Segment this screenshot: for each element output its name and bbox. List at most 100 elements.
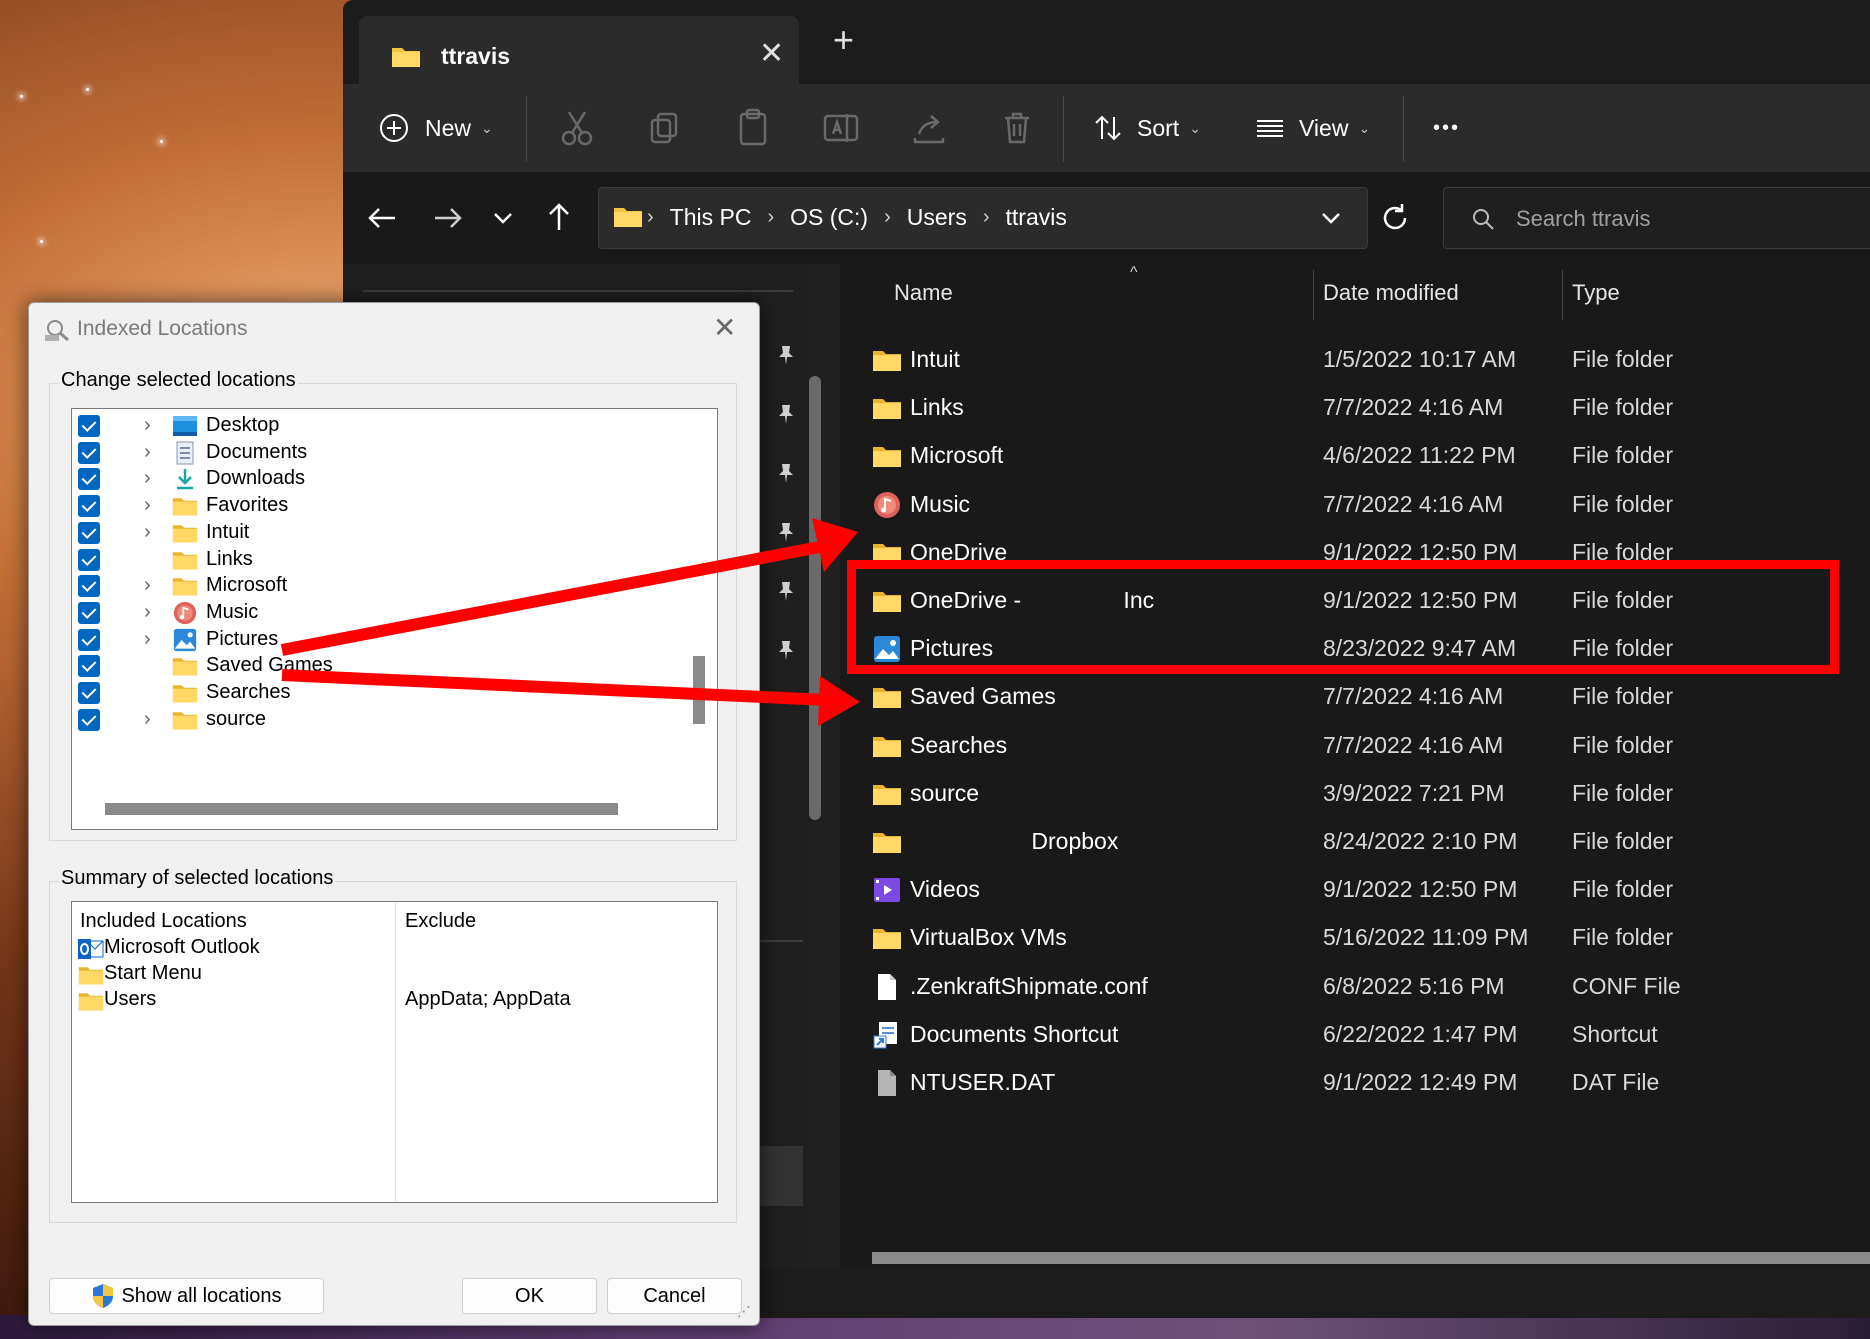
- file-type: File folder: [1572, 876, 1673, 903]
- breadcrumb-ttravis[interactable]: ttravis: [1006, 204, 1067, 231]
- cut-icon[interactable]: [553, 104, 601, 152]
- column-divider[interactable]: [1313, 270, 1314, 320]
- tree-item-label: Intuit: [206, 520, 250, 543]
- location-checkbox[interactable]: [78, 441, 100, 464]
- file-type: CONF File: [1572, 972, 1681, 999]
- tree-item[interactable]: › source: [72, 705, 692, 737]
- tree-item-label: Links: [206, 547, 253, 570]
- file-date-modified: 1/5/2022 10:17 AM: [1323, 346, 1517, 372]
- location-checkbox[interactable]: [78, 682, 100, 704]
- pin-icon[interactable]: [773, 578, 799, 604]
- breadcrumb-this-pc[interactable]: This PC: [670, 204, 752, 231]
- new-button[interactable]: New ⌄: [379, 106, 493, 150]
- navigation-pane-scrollbar[interactable]: [809, 376, 821, 820]
- file-type: File folder: [1572, 924, 1673, 951]
- expand-chevron-icon[interactable]: ›: [144, 494, 151, 517]
- title-bar: ttravis ✕ +: [343, 0, 1870, 84]
- column-divider[interactable]: [1562, 270, 1563, 320]
- resize-grip-icon[interactable]: ⋰: [737, 1303, 751, 1320]
- recent-locations-chevron-icon[interactable]: [481, 196, 525, 240]
- summary-label: Summary of selected locations: [59, 867, 336, 890]
- indexing-options-icon: [45, 320, 69, 342]
- file-name: NTUSER.DAT: [910, 1069, 1056, 1095]
- file-date-modified: 9/1/2022 12:49 PM: [1323, 1069, 1518, 1095]
- expand-chevron-icon[interactable]: ›: [144, 574, 151, 597]
- location-checkbox[interactable]: [78, 708, 100, 731]
- music-icon: [172, 601, 198, 625]
- file-row[interactable]: NTUSER.DAT 9/1/2022 12:49 PM DAT File: [840, 1055, 1870, 1112]
- close-icon[interactable]: ✕: [713, 311, 736, 344]
- paste-icon[interactable]: [729, 104, 777, 152]
- summary-location: Microsoft Outlook: [104, 936, 260, 958]
- expand-chevron-icon[interactable]: ›: [144, 708, 151, 731]
- outlook-icon: [78, 938, 104, 960]
- location-checkbox[interactable]: [78, 548, 100, 571]
- column-header-type[interactable]: Type: [1572, 280, 1620, 306]
- forward-arrow-icon[interactable]: [425, 196, 469, 240]
- view-button[interactable]: View ⌄: [1255, 106, 1370, 150]
- uac-shield-icon: [93, 1284, 114, 1308]
- file-type: File folder: [1572, 683, 1673, 710]
- pin-icon[interactable]: [773, 342, 799, 368]
- file-name: Microsoft: [910, 442, 1004, 469]
- pin-icon[interactable]: [773, 637, 799, 663]
- show-all-locations-button[interactable]: Show all locations: [49, 1278, 324, 1314]
- background-star: [160, 140, 163, 143]
- location-checkbox[interactable]: [78, 468, 100, 491]
- delete-icon[interactable]: [993, 104, 1041, 152]
- breadcrumb-os-c[interactable]: OS (C:): [790, 204, 868, 231]
- column-header-date-modified[interactable]: Date modified: [1323, 280, 1459, 306]
- ok-button[interactable]: OK: [462, 1278, 597, 1314]
- sort-button[interactable]: Sort ⌄: [1093, 106, 1201, 150]
- new-tab-icon[interactable]: +: [833, 22, 854, 58]
- location-checkbox[interactable]: [78, 521, 100, 544]
- up-arrow-icon[interactable]: [537, 196, 581, 240]
- rename-icon[interactable]: [817, 104, 865, 152]
- close-tab-icon[interactable]: ✕: [759, 36, 784, 71]
- folder-icon: [872, 442, 902, 470]
- copy-icon[interactable]: [641, 104, 689, 152]
- search-box[interactable]: Search ttravis: [1443, 187, 1870, 249]
- address-history-chevron-icon[interactable]: [1317, 204, 1345, 232]
- location-checkbox[interactable]: [78, 575, 100, 598]
- folder-icon: [872, 394, 902, 422]
- search-input[interactable]: Search ttravis: [1516, 206, 1651, 232]
- expand-chevron-icon[interactable]: ›: [144, 628, 151, 651]
- locations-tree: › Desktop › Documents › Downloads › Favorites › I…: [71, 408, 718, 830]
- music-icon: [872, 491, 902, 519]
- tree-horizontal-scrollbar[interactable]: [105, 803, 618, 815]
- file-name: Saved Games: [910, 683, 1056, 710]
- column-header-name[interactable]: Name: [894, 280, 953, 306]
- cancel-button[interactable]: Cancel: [607, 1278, 742, 1314]
- location-checkbox[interactable]: [78, 495, 100, 518]
- file-icon: [872, 973, 902, 1001]
- tree-item-label: Saved Games: [206, 654, 333, 677]
- location-checkbox[interactable]: [78, 655, 100, 678]
- expand-chevron-icon[interactable]: ›: [144, 601, 151, 624]
- share-icon[interactable]: [905, 104, 953, 152]
- expand-chevron-icon[interactable]: ›: [144, 467, 151, 490]
- location-checkbox[interactable]: [78, 628, 100, 651]
- address-bar[interactable]: › This PC › OS (C:) › Users › ttravis: [598, 187, 1368, 249]
- pin-icon[interactable]: [773, 460, 799, 486]
- expand-chevron-icon[interactable]: ›: [144, 414, 151, 437]
- folder-icon: [172, 548, 198, 572]
- location-checkbox[interactable]: [78, 601, 100, 624]
- more-options-button[interactable]: •••: [1433, 106, 1460, 150]
- tab-ttravis[interactable]: ttravis ✕: [359, 16, 799, 84]
- pictures-icon: [172, 628, 198, 652]
- refresh-icon[interactable]: [1377, 200, 1413, 236]
- status-bar: [760, 1268, 1870, 1318]
- back-arrow-icon[interactable]: [361, 196, 405, 240]
- pin-icon[interactable]: [773, 519, 799, 545]
- file-date-modified: 5/16/2022 11:09 PM: [1323, 924, 1529, 951]
- expand-chevron-icon[interactable]: ›: [144, 441, 151, 464]
- expand-chevron-icon[interactable]: ›: [144, 521, 151, 544]
- file-date-modified: 4/6/2022 11:22 PM: [1323, 442, 1516, 469]
- file-name: .ZenkraftShipmate.conf: [910, 972, 1148, 999]
- pin-icon[interactable]: [773, 401, 799, 427]
- tree-vertical-scrollbar[interactable]: [693, 656, 705, 724]
- breadcrumb-users[interactable]: Users: [907, 204, 967, 231]
- location-checkbox[interactable]: [78, 415, 100, 437]
- file-list-horizontal-scrollbar[interactable]: [872, 1252, 1870, 1264]
